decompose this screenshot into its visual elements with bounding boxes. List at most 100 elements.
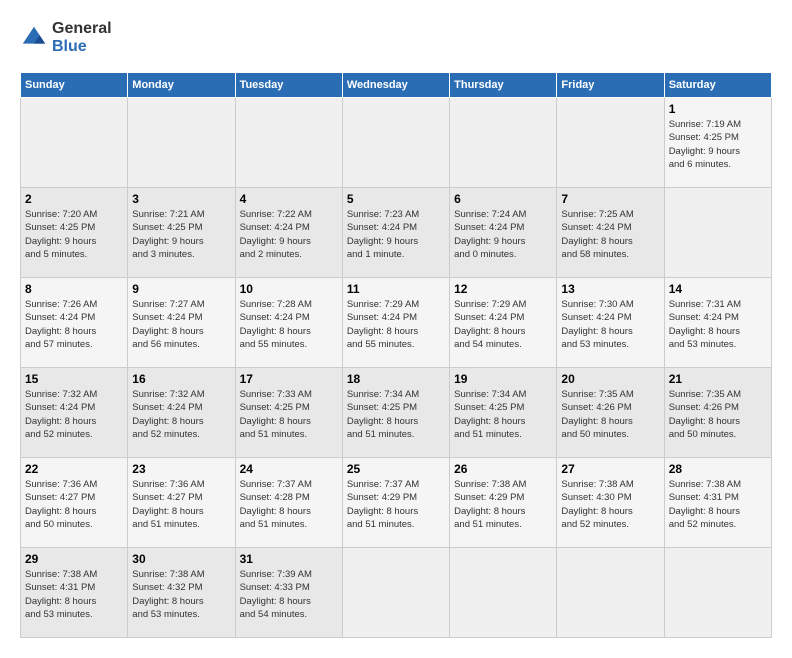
day-number: 8 xyxy=(25,282,123,296)
col-wednesday: Wednesday xyxy=(342,73,449,98)
day-info: Sunrise: 7:19 AMSunset: 4:25 PMDaylight:… xyxy=(669,118,767,171)
day-info: Sunrise: 7:37 AMSunset: 4:29 PMDaylight:… xyxy=(347,478,445,531)
day-info: Sunrise: 7:21 AMSunset: 4:25 PMDaylight:… xyxy=(132,208,230,261)
day-number: 5 xyxy=(347,192,445,206)
calendar-cell: 18 Sunrise: 7:34 AMSunset: 4:25 PMDayligh… xyxy=(342,368,449,458)
day-number: 3 xyxy=(132,192,230,206)
calendar-cell: 6 Sunrise: 7:24 AMSunset: 4:24 PMDaylight… xyxy=(450,188,557,278)
calendar-cell: 4 Sunrise: 7:22 AMSunset: 4:24 PMDaylight… xyxy=(235,188,342,278)
calendar-cell xyxy=(450,548,557,638)
calendar-cell: 15 Sunrise: 7:32 AMSunset: 4:24 PMDayligh… xyxy=(21,368,128,458)
day-info: Sunrise: 7:35 AMSunset: 4:26 PMDaylight:… xyxy=(561,388,659,441)
day-number: 27 xyxy=(561,462,659,476)
day-number: 16 xyxy=(132,372,230,386)
day-number: 25 xyxy=(347,462,445,476)
col-monday: Monday xyxy=(128,73,235,98)
day-number: 11 xyxy=(347,282,445,296)
calendar-cell xyxy=(450,98,557,188)
day-info: Sunrise: 7:38 AMSunset: 4:29 PMDaylight:… xyxy=(454,478,552,531)
day-number: 22 xyxy=(25,462,123,476)
calendar-cell: 22 Sunrise: 7:36 AMSunset: 4:27 PMDayligh… xyxy=(21,458,128,548)
day-number: 2 xyxy=(25,192,123,206)
calendar-cell: 26 Sunrise: 7:38 AMSunset: 4:29 PMDayligh… xyxy=(450,458,557,548)
day-info: Sunrise: 7:34 AMSunset: 4:25 PMDaylight:… xyxy=(347,388,445,441)
calendar-cell: 14 Sunrise: 7:31 AMSunset: 4:24 PMDayligh… xyxy=(664,278,771,368)
calendar-cell: 28Sunrise: 7:38 AMSunset: 4:31 PMDayligh… xyxy=(664,458,771,548)
day-number: 23 xyxy=(132,462,230,476)
day-info: Sunrise: 7:23 AMSunset: 4:24 PMDaylight:… xyxy=(347,208,445,261)
calendar-cell: 8 Sunrise: 7:26 AMSunset: 4:24 PMDaylight… xyxy=(21,278,128,368)
logo-icon xyxy=(20,24,48,52)
calendar-cell: 12 Sunrise: 7:29 AMSunset: 4:24 PMDayligh… xyxy=(450,278,557,368)
calendar-cell xyxy=(342,548,449,638)
calendar-cell: 5 Sunrise: 7:23 AMSunset: 4:24 PMDaylight… xyxy=(342,188,449,278)
day-number: 20 xyxy=(561,372,659,386)
calendar-table: Sunday Monday Tuesday Wednesday Thursday… xyxy=(20,72,772,638)
day-info: Sunrise: 7:28 AMSunset: 4:24 PMDaylight:… xyxy=(240,298,338,351)
calendar-cell: 25 Sunrise: 7:37 AMSunset: 4:29 PMDayligh… xyxy=(342,458,449,548)
day-info: Sunrise: 7:31 AMSunset: 4:24 PMDaylight:… xyxy=(669,298,767,351)
day-info: Sunrise: 7:26 AMSunset: 4:24 PMDaylight:… xyxy=(25,298,123,351)
col-saturday: Saturday xyxy=(664,73,771,98)
day-info: Sunrise: 7:33 AMSunset: 4:25 PMDaylight:… xyxy=(240,388,338,441)
calendar-cell: 24Sunrise: 7:37 AMSunset: 4:28 PMDayligh… xyxy=(235,458,342,548)
day-info: Sunrise: 7:20 AMSunset: 4:25 PMDaylight:… xyxy=(25,208,123,261)
day-info: Sunrise: 7:29 AMSunset: 4:24 PMDaylight:… xyxy=(347,298,445,351)
calendar-cell xyxy=(342,98,449,188)
day-info: Sunrise: 7:38 AMSunset: 4:32 PMDaylight:… xyxy=(132,568,230,621)
calendar-cell: 27Sunrise: 7:38 AMSunset: 4:30 PMDayligh… xyxy=(557,458,664,548)
logo: General Blue xyxy=(20,20,112,56)
day-number: 19 xyxy=(454,372,552,386)
calendar-week-row: 1Sunrise: 7:19 AMSunset: 4:25 PMDaylight… xyxy=(21,98,772,188)
day-number: 12 xyxy=(454,282,552,296)
col-tuesday: Tuesday xyxy=(235,73,342,98)
calendar-cell: 31Sunrise: 7:39 AMSunset: 4:33 PMDayligh… xyxy=(235,548,342,638)
day-info: Sunrise: 7:38 AMSunset: 4:31 PMDaylight:… xyxy=(25,568,123,621)
day-number: 26 xyxy=(454,462,552,476)
col-thursday: Thursday xyxy=(450,73,557,98)
day-info: Sunrise: 7:35 AMSunset: 4:26 PMDaylight:… xyxy=(669,388,767,441)
calendar-cell: 29 Sunrise: 7:38 AMSunset: 4:31 PMDayligh… xyxy=(21,548,128,638)
calendar-week-row: 22 Sunrise: 7:36 AMSunset: 4:27 PMDayligh… xyxy=(21,458,772,548)
day-number: 13 xyxy=(561,282,659,296)
calendar-week-row: 29 Sunrise: 7:38 AMSunset: 4:31 PMDayligh… xyxy=(21,548,772,638)
day-number: 4 xyxy=(240,192,338,206)
calendar-week-row: 2 Sunrise: 7:20 AMSunset: 4:25 PMDaylight… xyxy=(21,188,772,278)
day-number: 29 xyxy=(25,552,123,566)
day-number: 10 xyxy=(240,282,338,296)
day-number: 18 xyxy=(347,372,445,386)
calendar-cell xyxy=(557,98,664,188)
calendar-cell: 2 Sunrise: 7:20 AMSunset: 4:25 PMDaylight… xyxy=(21,188,128,278)
day-number: 7 xyxy=(561,192,659,206)
day-info: Sunrise: 7:25 AMSunset: 4:24 PMDaylight:… xyxy=(561,208,659,261)
day-number: 14 xyxy=(669,282,767,296)
day-info: Sunrise: 7:29 AMSunset: 4:24 PMDaylight:… xyxy=(454,298,552,351)
col-friday: Friday xyxy=(557,73,664,98)
calendar-cell: 7 Sunrise: 7:25 AMSunset: 4:24 PMDaylight… xyxy=(557,188,664,278)
calendar-cell xyxy=(235,98,342,188)
calendar-cell: 23 Sunrise: 7:36 AMSunset: 4:27 PMDayligh… xyxy=(128,458,235,548)
day-info: Sunrise: 7:39 AMSunset: 4:33 PMDaylight:… xyxy=(240,568,338,621)
calendar-cell xyxy=(557,548,664,638)
day-info: Sunrise: 7:36 AMSunset: 4:27 PMDaylight:… xyxy=(132,478,230,531)
day-info: Sunrise: 7:32 AMSunset: 4:24 PMDaylight:… xyxy=(132,388,230,441)
day-number: 6 xyxy=(454,192,552,206)
page-header: General Blue xyxy=(20,20,772,56)
col-sunday: Sunday xyxy=(21,73,128,98)
day-number: 28 xyxy=(669,462,767,476)
day-number: 15 xyxy=(25,372,123,386)
calendar-cell: 20 Sunrise: 7:35 AMSunset: 4:26 PMDayligh… xyxy=(557,368,664,458)
calendar-cell xyxy=(128,98,235,188)
logo-text: General Blue xyxy=(52,20,112,56)
day-info: Sunrise: 7:36 AMSunset: 4:27 PMDaylight:… xyxy=(25,478,123,531)
calendar-cell: 30 Sunrise: 7:38 AMSunset: 4:32 PMDayligh… xyxy=(128,548,235,638)
calendar-cell: 19 Sunrise: 7:34 AMSunset: 4:25 PMDayligh… xyxy=(450,368,557,458)
day-info: Sunrise: 7:34 AMSunset: 4:25 PMDaylight:… xyxy=(454,388,552,441)
calendar-cell: 17Sunrise: 7:33 AMSunset: 4:25 PMDayligh… xyxy=(235,368,342,458)
day-info: Sunrise: 7:22 AMSunset: 4:24 PMDaylight:… xyxy=(240,208,338,261)
day-info: Sunrise: 7:24 AMSunset: 4:24 PMDaylight:… xyxy=(454,208,552,261)
day-info: Sunrise: 7:32 AMSunset: 4:24 PMDaylight:… xyxy=(25,388,123,441)
calendar-cell xyxy=(664,188,771,278)
day-number: 30 xyxy=(132,552,230,566)
calendar-cell xyxy=(21,98,128,188)
